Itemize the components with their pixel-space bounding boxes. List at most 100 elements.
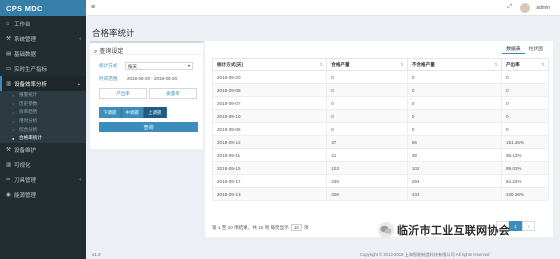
subitem-trend[interactable]: ○ 效率趋势 — [0, 108, 86, 117]
result-table: 统计方式(天) ⇅ 合格产量 ⇅ 不合格产量 ⇅ 产出率 ⇅ 2018-09-20 0 0 0… — [211, 58, 550, 201]
query-button[interactable]: 查询 — [99, 122, 198, 132]
table-cell: 0 — [406, 96, 502, 110]
stat-select[interactable]: 按天 ▾ — [125, 61, 193, 70]
watermark: 临沂市工业互联网协会 — [378, 222, 510, 238]
subitem-time[interactable]: ○ 用时分析 — [0, 117, 86, 126]
circle-icon: ○ — [12, 118, 15, 124]
shift-buttons: 下调扳 中调扳 上调扳 — [99, 107, 203, 118]
table-cell: 2018-09-10 — [211, 109, 328, 123]
sidebar-item-workbench[interactable]: ⌂ 工作台 — [0, 16, 86, 31]
table-cell: 0 — [326, 83, 408, 97]
table-cell: 2018-09-07 — [211, 96, 328, 110]
table-cell: 102 — [406, 161, 502, 175]
table-cell: 0 — [326, 70, 408, 84]
circle-filled-icon: ● — [12, 135, 15, 141]
wechat-icon — [378, 222, 394, 238]
table-row: 2018-09-11 41 39 95.12% — [211, 148, 550, 162]
expand-icon[interactable]: ⤢ — [507, 4, 512, 11]
sidebar-nav: ⌂ 工作台 ⚒ 系统管理 ‹ ▤ 基础数据 ▭ 实时生产指标 ▥ 设备效率分析 ⌄ — [0, 16, 86, 91]
next-page-button[interactable]: › — [522, 221, 535, 231]
sidebar-item-basedata[interactable]: ▤ 基础数据 — [0, 46, 86, 61]
tab-bar-chart[interactable]: 柱状图 — [525, 44, 547, 54]
table-row: 2018-09-17 349 294 84.24% — [211, 174, 550, 188]
rate-tabs: 产出率 质量率 — [99, 88, 203, 99]
time-label: 时间范围 — [99, 75, 118, 81]
table-cell: 2018-09-15 — [211, 161, 328, 175]
sidebar-item-realtime[interactable]: ▭ 实时生产指标 — [0, 61, 86, 76]
shift-button-1[interactable]: 下调扳 — [99, 107, 122, 118]
column-header[interactable]: 不合格产量 ⇅ — [406, 58, 502, 71]
table-row: 2018-09-10 0 0 0 — [211, 109, 550, 123]
hamburger-icon[interactable]: ≡ — [91, 4, 95, 11]
shift-button-3[interactable]: 上调扳 — [144, 107, 167, 118]
table-cell: 0 — [406, 109, 502, 123]
table-cell: 0 — [500, 83, 550, 97]
sidebar-item-label: 基础数据 — [14, 51, 37, 58]
table-cell: 2018-09-08 — [211, 83, 328, 97]
table-cell: 0 — [406, 70, 502, 84]
circle-icon: ○ — [12, 127, 15, 133]
table-header-row: 统计方式(天) ⇅ 合格产量 ⇅ 不合格产量 ⇅ 产出率 ⇅ — [211, 58, 550, 71]
table-cell: 84.24% — [500, 174, 550, 188]
sidebar-item-tools[interactable]: ✂ 刀具管理 ‹ — [0, 173, 86, 188]
subitem-alarm[interactable]: ○ 报警统计 — [0, 91, 86, 100]
circle-icon: ○ — [12, 101, 15, 107]
time-row: 时间范围 2018-08-20 - 2018-09-20 — [90, 72, 203, 85]
table-row: 2018-09-08 0 0 0 — [211, 83, 550, 97]
sidebar-item-label: 刀具管理 — [14, 178, 37, 185]
table-row: 2018-09-05 0 0 0 — [211, 122, 550, 136]
table-cell: 2018-09-13 — [211, 187, 328, 201]
user-name[interactable]: admin — [536, 5, 550, 11]
date-range-input[interactable]: 2018-08-20 - 2018-09-20 — [125, 75, 193, 83]
subitem-pass-rate[interactable]: ● 合格率统计 — [0, 134, 86, 143]
tab-data-table[interactable]: 数据表 — [502, 44, 525, 54]
chevron-down-icon: ⌄ — [76, 80, 81, 87]
table-cell: 0 — [326, 109, 408, 123]
subitem-history[interactable]: ○ 历史参数 — [0, 100, 86, 109]
page-button-1[interactable]: 1 — [509, 221, 522, 231]
table-row: 2018-09-15 103 102 99.03% — [211, 161, 550, 175]
sidebar-item-label: 系统管理 — [14, 36, 37, 43]
table-cell: 2018-09-12 — [211, 135, 328, 149]
table-cell: 444 — [406, 187, 502, 201]
table-cell: 151.35% — [500, 135, 550, 149]
sidebar-submenu: ○ 报警统计 ○ 历史参数 ○ 效率趋势 ○ 用时分析 ○ 综合分析 ● 合格率统计 — [0, 91, 86, 143]
query-heading: ⌕ 查询设定 — [90, 43, 203, 55]
sidebar-item-system[interactable]: ⚒ 系统管理 ‹ — [0, 31, 86, 46]
column-header[interactable]: 产出率 ⇅ — [500, 58, 550, 71]
settings-icon: ⚒ — [6, 35, 11, 42]
data-icon: ▤ — [6, 50, 12, 57]
version-label: v1.0 — [92, 252, 101, 257]
sidebar-item-maintenance[interactable]: ⚒ 设备维护 — [0, 143, 86, 158]
table-cell: 294 — [406, 174, 502, 188]
energy-icon: ◉ — [6, 192, 11, 199]
shift-button-2[interactable]: 中调扳 — [121, 107, 144, 118]
table-cell: 0 — [500, 109, 550, 123]
sidebar-item-label: 设备效率分析 — [14, 81, 48, 88]
column-header[interactable]: 统计方式(天) ⇅ — [211, 58, 328, 71]
sidebar-item-energy[interactable]: ◉ 能源管理 — [0, 188, 86, 203]
avatar[interactable] — [520, 3, 530, 13]
table-cell: 39 — [406, 148, 502, 162]
table-cell: 0 — [406, 122, 502, 136]
result-tabs: 数据表 柱状图 — [502, 44, 547, 54]
sort-icon: ⇅ — [541, 61, 545, 67]
tab-output-rate[interactable]: 产出率 — [99, 88, 147, 99]
table-cell: 41 — [326, 148, 408, 162]
column-header[interactable]: 合格产量 ⇅ — [326, 58, 408, 71]
tool-icon: ✂ — [6, 177, 11, 184]
subitem-overall[interactable]: ○ 综合分析 — [0, 125, 86, 134]
stat-row: 统计方式 按天 ▾ — [90, 59, 203, 72]
table-cell: 2018-09-17 — [211, 174, 328, 188]
table-row: 2018-09-07 0 0 0 — [211, 96, 550, 110]
search-icon: ⌕ — [94, 49, 98, 55]
sort-icon: ⇅ — [494, 61, 498, 67]
tab-quality-rate[interactable]: 质量率 — [149, 88, 197, 99]
sidebar-item-efficiency[interactable]: ▥ 设备效率分析 ⌄ — [0, 76, 86, 91]
sidebar-item-visual[interactable]: ▥ 可视化 — [0, 158, 86, 173]
table-cell: 0 — [326, 96, 408, 110]
sidebar-item-label: 工作台 — [14, 21, 31, 28]
table-cell: 0 — [500, 70, 550, 84]
page-size-select[interactable]: 10 — [290, 224, 302, 231]
brand-logo: CPS MDC — [0, 0, 86, 16]
